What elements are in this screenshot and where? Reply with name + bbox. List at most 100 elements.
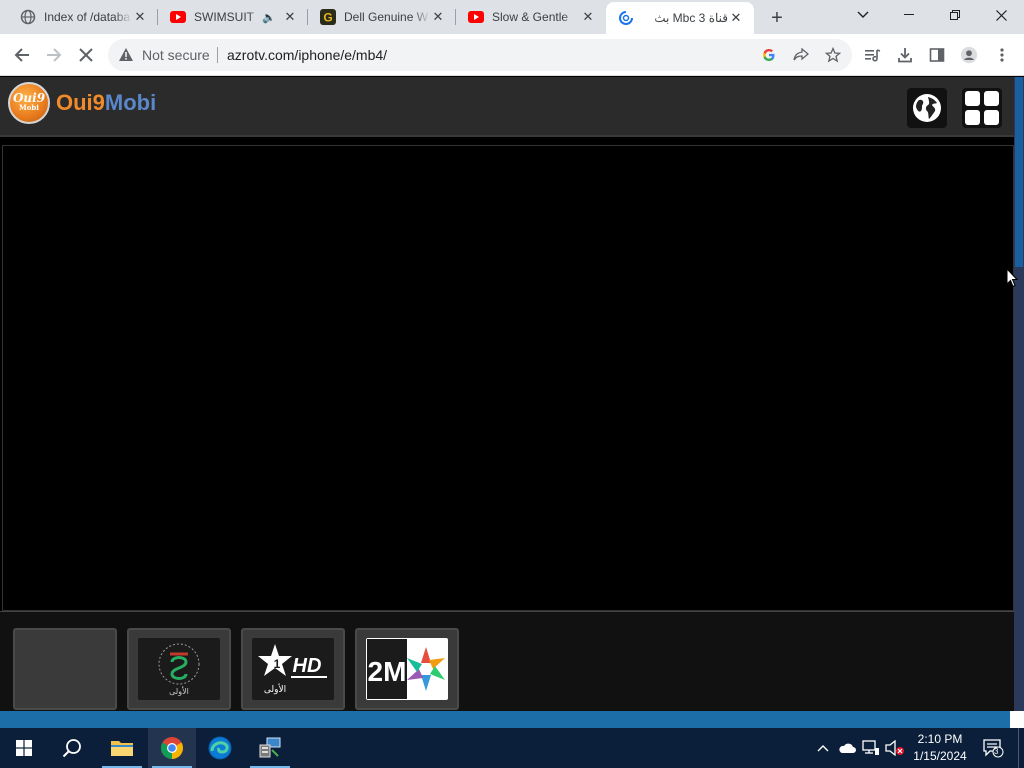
tab-title: SWIMSUIT [194, 10, 254, 24]
tab-title: قناة Mbc 3 بث [654, 11, 728, 25]
hd-label: HD [293, 655, 322, 677]
tab-dell-genuine[interactable]: G Dell Genuine W ✕ [308, 0, 456, 34]
al-aoula-hd-logo: 1 HD الأولى [252, 638, 334, 700]
loading-icon [618, 10, 634, 26]
divider [217, 47, 218, 63]
close-icon[interactable]: ✕ [580, 9, 596, 25]
channel-tile-al-aoula-hd[interactable]: 1 HD الأولى [241, 628, 345, 710]
forward-button[interactable] [42, 43, 66, 67]
scroll-corner [1010, 711, 1024, 728]
youtube-icon [468, 9, 484, 25]
2m-label: 2M [368, 656, 407, 687]
apps-grid-button[interactable] [962, 88, 1002, 128]
edge-button[interactable] [196, 728, 244, 768]
language-globe-button[interactable] [907, 88, 947, 128]
system-clock[interactable]: 2:10 PM 1/15/2024 [904, 731, 976, 765]
stop-loading-button[interactable] [74, 43, 98, 67]
url-text[interactable]: azrotv.com/iphone/e/mb4/ [227, 47, 387, 63]
chevron-up-icon [817, 745, 829, 752]
restore-icon [950, 10, 960, 20]
side-panel-icon[interactable] [928, 46, 946, 64]
channel-tile-al-aoula[interactable]: الأولى [127, 628, 231, 710]
speaker-muted-icon [885, 740, 904, 756]
cloud-icon [839, 743, 856, 753]
close-icon[interactable]: ✕ [282, 9, 298, 25]
network-tray-icon[interactable] [860, 728, 882, 768]
control-panel-button[interactable] [246, 728, 294, 768]
logo-badge-sub: Mobi [19, 103, 39, 112]
arrow-left-icon [14, 48, 29, 62]
tab-swimsuit[interactable]: SWIMSUIT 🔈 ✕ [158, 0, 308, 34]
volume-tray-icon[interactable] [884, 728, 906, 768]
close-icon [79, 48, 93, 62]
share-icon[interactable] [793, 47, 809, 63]
network-icon [862, 740, 879, 755]
grid-icon [965, 91, 999, 125]
show-hidden-icons-button[interactable] [814, 728, 832, 768]
g-icon: G [320, 9, 336, 25]
edge-icon [208, 736, 232, 760]
logo-badge-text: Oui9 [12, 91, 46, 105]
bookmark-star-icon[interactable] [825, 47, 841, 63]
download-icon[interactable] [896, 46, 914, 64]
address-bar[interactable]: Not secure azrotv.com/iphone/e/mb4/ [108, 39, 852, 71]
new-tab-button[interactable]: + [766, 7, 788, 29]
browser-toolbar: Not secure azrotv.com/iphone/e/mb4/ [0, 34, 1024, 76]
channel-tile-empty[interactable] [13, 628, 117, 710]
chevron-down-icon [857, 11, 869, 18]
tab-index-of[interactable]: Index of /databa ✕ [0, 0, 158, 34]
onedrive-tray-icon[interactable] [836, 728, 858, 768]
google-lens-icon[interactable] [761, 47, 777, 63]
logo-wordmark: Oui9Mobi [56, 90, 156, 116]
al-aoula-hd-sub: الأولى [264, 683, 286, 695]
video-player[interactable] [2, 145, 1014, 611]
start-button[interactable] [0, 728, 48, 768]
close-icon [995, 9, 1007, 21]
page-scrollbar-thumb[interactable] [1015, 77, 1023, 267]
restore-button[interactable] [932, 0, 978, 30]
speaker-icon[interactable]: 🔈 [262, 11, 276, 24]
network-computer-icon [259, 737, 281, 758]
svg-text:G: G [323, 11, 332, 25]
close-icon[interactable]: ✕ [132, 9, 148, 25]
2m-logo: 2M [366, 638, 448, 700]
channel-tile-2m[interactable]: 2M [355, 628, 459, 710]
folder-icon [111, 741, 133, 756]
close-icon[interactable]: ✕ [728, 10, 744, 26]
back-button[interactable] [10, 43, 34, 67]
mouse-cursor-icon [1006, 268, 1018, 288]
tab-title: Index of /databa [44, 10, 131, 24]
security-status[interactable]: Not secure [142, 47, 210, 63]
close-icon[interactable]: ✕ [430, 9, 446, 25]
notifications-icon [983, 739, 1004, 758]
profile-avatar-icon[interactable] [960, 46, 978, 64]
windows-logo-icon [16, 740, 32, 756]
site-logo[interactable]: Oui9 Mobi Oui9Mobi [8, 82, 156, 124]
tab-title: Dell Genuine W [344, 10, 429, 24]
al-aoula-label: الأولى [169, 686, 189, 696]
tab-slow-gentle[interactable]: Slow & Gentle ✕ [456, 0, 606, 34]
logo-text-part-a: Oui9 [56, 90, 105, 115]
more-menu-icon[interactable] [993, 46, 1011, 64]
media-controls-icon[interactable] [864, 46, 882, 64]
chrome-button[interactable] [148, 728, 196, 768]
youtube-icon [170, 9, 186, 25]
warning-icon[interactable] [118, 47, 134, 63]
svg-text:1: 1 [274, 657, 281, 671]
globe-icon [913, 94, 941, 122]
action-center-button[interactable]: 3 [980, 728, 1006, 768]
tab-title: Slow & Gentle [492, 10, 569, 24]
clock-time: 2:10 PM [917, 732, 963, 746]
tab-mbc3[interactable]: قناة Mbc 3 بث ✕ [606, 2, 754, 34]
minimize-button[interactable] [886, 0, 932, 30]
search-button[interactable] [48, 728, 96, 768]
site-header: Oui9 Mobi Oui9Mobi [0, 77, 1014, 137]
al-aoula-logo: الأولى [138, 638, 220, 700]
windows-taskbar: 2:10 PM 1/15/2024 3 [0, 728, 1024, 768]
arrow-right-icon [47, 48, 62, 62]
file-explorer-button[interactable] [98, 728, 146, 768]
show-desktop-button[interactable] [1018, 728, 1024, 768]
close-window-button[interactable] [978, 0, 1024, 30]
clock-date: 1/15/2024 [913, 749, 967, 763]
tab-search-button[interactable] [840, 0, 886, 30]
